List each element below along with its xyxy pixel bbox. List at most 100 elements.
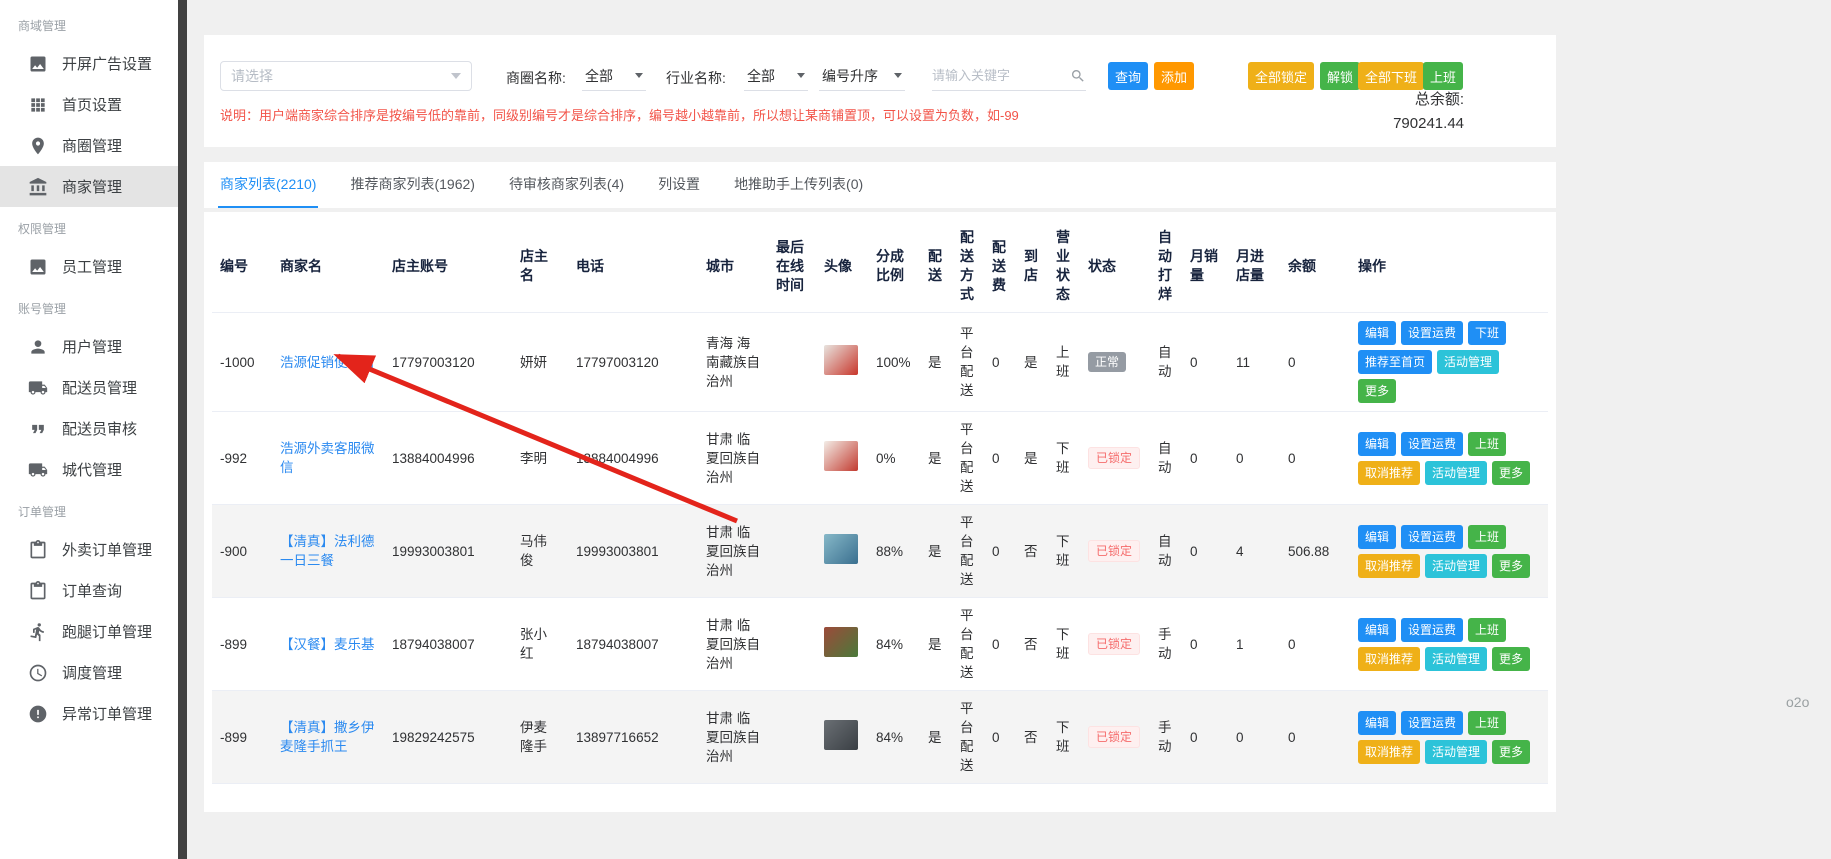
- tab[interactable]: 推荐商家列表(1962): [348, 162, 476, 208]
- sidebar-item-label: 商圈管理: [62, 135, 122, 156]
- action-button[interactable]: 活动管理: [1425, 554, 1487, 578]
- sidebar-item[interactable]: 调度管理: [0, 652, 178, 693]
- clipboard-icon: [28, 581, 48, 601]
- action-button[interactable]: 更多: [1492, 554, 1530, 578]
- action-button[interactable]: 下班: [1468, 321, 1506, 345]
- table-cell: 编辑设置运费上班取消推荐活动管理更多: [1350, 412, 1548, 505]
- action-button[interactable]: 取消推荐: [1358, 461, 1420, 485]
- user-icon: [28, 337, 48, 357]
- table-row: -900【清真】法利德一日三餐19993003801马伟俊19993003801…: [212, 505, 1548, 598]
- merchant-table-card: 编号商家名店主账号店主名电话城市最后在线时间头像分成比例配送配送方式配送费到店营…: [204, 212, 1556, 812]
- sidebar-item[interactable]: 首页设置: [0, 84, 178, 125]
- tab[interactable]: 商家列表(2210): [218, 162, 318, 208]
- tab[interactable]: 地推助手上传列表(0): [732, 162, 865, 208]
- business-circle-select[interactable]: 全部: [582, 61, 646, 91]
- table-cell: 19993003801: [384, 505, 512, 598]
- sidebar-item[interactable]: 商圈管理: [0, 125, 178, 166]
- sidebar-item[interactable]: 员工管理: [0, 246, 178, 287]
- action-button[interactable]: 取消推荐: [1358, 554, 1420, 578]
- sidebar-item-label: 配送员管理: [62, 377, 137, 398]
- table-cell: [768, 505, 816, 598]
- action-button[interactable]: 活动管理: [1425, 740, 1487, 764]
- action-button[interactable]: 取消推荐: [1358, 647, 1420, 671]
- action-button[interactable]: 推荐至首页: [1358, 350, 1432, 374]
- industry-select[interactable]: 全部: [744, 61, 808, 91]
- table-cell: 19993003801: [568, 505, 698, 598]
- merchant-name-link[interactable]: 【清真】撒乡伊麦隆手抓王: [280, 720, 375, 754]
- on-duty-button[interactable]: 上班: [1423, 62, 1463, 90]
- action-button[interactable]: 编辑: [1358, 525, 1396, 549]
- action-button[interactable]: 设置运费: [1401, 321, 1463, 345]
- table-cell: 已锁定: [1080, 598, 1150, 691]
- table-cell: 0: [1280, 598, 1350, 691]
- sidebar-item[interactable]: 配送员管理: [0, 367, 178, 408]
- status-badge: 已锁定: [1088, 447, 1140, 469]
- action-button[interactable]: 活动管理: [1425, 647, 1487, 671]
- sidebar-item-label: 配送员审核: [62, 418, 137, 439]
- action-button[interactable]: 设置运费: [1401, 618, 1463, 642]
- sidebar-item[interactable]: 外卖订单管理: [0, 529, 178, 570]
- add-button[interactable]: 添加: [1154, 62, 1194, 90]
- sidebar-scrollbar[interactable]: [178, 0, 187, 859]
- chevron-down-icon: [451, 73, 461, 79]
- merchant-name-link[interactable]: 【清真】法利德一日三餐: [280, 534, 375, 568]
- action-button[interactable]: 上班: [1468, 618, 1506, 642]
- lock-all-button[interactable]: 全部锁定: [1248, 62, 1314, 90]
- table-cell: 0: [984, 691, 1016, 784]
- table-row: -899【清真】撒乡伊麦隆手抓王19829242575伊麦隆手138977166…: [212, 691, 1548, 784]
- table-cell: 0: [1182, 412, 1228, 505]
- unlock-button[interactable]: 解锁: [1320, 62, 1360, 90]
- sidebar-item[interactable]: 用户管理: [0, 326, 178, 367]
- review-icon: [28, 419, 48, 439]
- action-button[interactable]: 取消推荐: [1358, 740, 1420, 764]
- sort-select[interactable]: 编号升序: [819, 61, 905, 91]
- action-button[interactable]: 设置运费: [1401, 525, 1463, 549]
- action-button[interactable]: 上班: [1468, 711, 1506, 735]
- merchant-name-link[interactable]: 【汉餐】麦乐基: [280, 637, 375, 652]
- action-button[interactable]: 更多: [1492, 647, 1530, 671]
- action-button[interactable]: 更多: [1358, 379, 1396, 403]
- action-button[interactable]: 设置运费: [1401, 432, 1463, 456]
- sidebar-item[interactable]: 订单查询: [0, 570, 178, 611]
- action-button[interactable]: 活动管理: [1437, 350, 1499, 374]
- action-button[interactable]: 编辑: [1358, 711, 1396, 735]
- merchant-avatar: [824, 627, 858, 657]
- row-actions: 编辑设置运费下班推荐至首页活动管理更多: [1358, 321, 1540, 403]
- table-cell: 下班: [1048, 691, 1080, 784]
- sidebar-item[interactable]: 跑腿订单管理: [0, 611, 178, 652]
- select-placeholder: 请选择: [231, 66, 273, 86]
- sidebar-item[interactable]: 开屏广告设置: [0, 43, 178, 84]
- truck-icon: [28, 460, 48, 480]
- merchant-name-link[interactable]: 浩源促销便利店: [280, 355, 375, 370]
- keyword-input[interactable]: [932, 68, 1070, 83]
- sidebar-item[interactable]: 配送员审核: [0, 408, 178, 449]
- action-button[interactable]: 上班: [1468, 432, 1506, 456]
- query-button[interactable]: 查询: [1108, 62, 1148, 90]
- action-button[interactable]: 编辑: [1358, 321, 1396, 345]
- truck-icon: [28, 378, 48, 398]
- all-off-duty-button[interactable]: 全部下班: [1358, 62, 1424, 90]
- merchant-filter-select[interactable]: 请选择: [220, 61, 472, 91]
- column-header: 余额: [1280, 220, 1350, 313]
- sidebar-item[interactable]: 异常订单管理: [0, 693, 178, 734]
- tab[interactable]: 列设置: [656, 162, 702, 208]
- table-cell: 11: [1228, 313, 1280, 412]
- table-cell: [768, 691, 816, 784]
- table-cell: 13897716652: [568, 691, 698, 784]
- action-button[interactable]: 编辑: [1358, 432, 1396, 456]
- merchant-name-link[interactable]: 浩源外卖客服微信: [280, 441, 375, 475]
- sidebar-item[interactable]: 城代管理: [0, 449, 178, 490]
- row-actions: 编辑设置运费上班取消推荐活动管理更多: [1358, 618, 1540, 671]
- sidebar-item[interactable]: 商家管理: [0, 166, 178, 207]
- table-cell: 19829242575: [384, 691, 512, 784]
- table-cell: 下班: [1048, 505, 1080, 598]
- merchant-avatar: [824, 345, 858, 375]
- action-button[interactable]: 编辑: [1358, 618, 1396, 642]
- action-button[interactable]: 设置运费: [1401, 711, 1463, 735]
- table-cell: 甘肃 临夏回族自治州: [698, 598, 768, 691]
- tab[interactable]: 待审核商家列表(4): [507, 162, 626, 208]
- action-button[interactable]: 更多: [1492, 740, 1530, 764]
- action-button[interactable]: 活动管理: [1425, 461, 1487, 485]
- action-button[interactable]: 更多: [1492, 461, 1530, 485]
- action-button[interactable]: 上班: [1468, 525, 1506, 549]
